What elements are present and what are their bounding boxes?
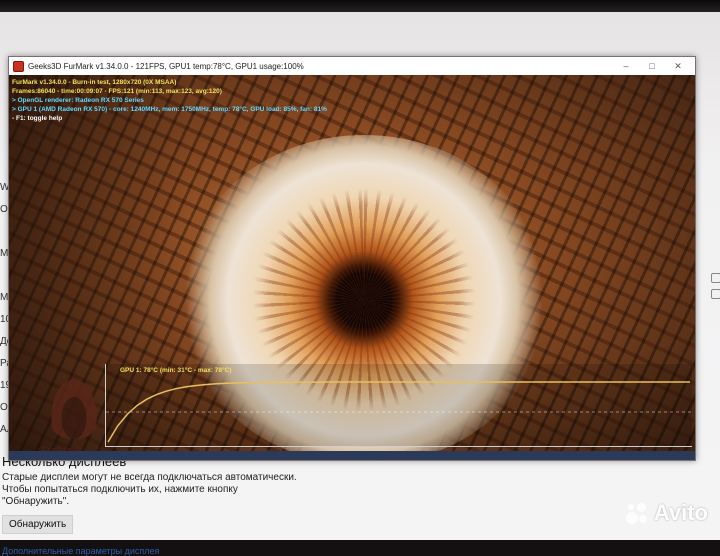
feedback-icon[interactable] bbox=[711, 289, 720, 299]
overlay-frames: Frames:86040 - time:00:09:07 - FPS:121 (… bbox=[12, 88, 222, 95]
section-description: Старые дисплеи могут не всегда подключат… bbox=[2, 472, 522, 508]
viewport-bottom-band bbox=[9, 451, 695, 460]
furmark-app-icon bbox=[13, 60, 24, 72]
graph-range: (min: 31°C - max: 78°C) bbox=[159, 367, 232, 374]
title-bar[interactable]: Geeks3D FurMark v1.34.0.0 - 121FPS, GPU1… bbox=[9, 57, 695, 75]
description-line: "Обнаружить". bbox=[2, 496, 70, 507]
temperature-curve bbox=[107, 381, 690, 443]
window-controls: – □ ✕ bbox=[613, 57, 691, 75]
stats-overlay: FurMark v1.34.0.0 - Burn-in test, 1280x7… bbox=[12, 78, 327, 123]
avito-dots-icon bbox=[624, 500, 650, 526]
furmark-window[interactable]: Geeks3D FurMark v1.34.0.0 - 121FPS, GPU1… bbox=[8, 56, 696, 461]
description-line: Старые дисплеи могут не всегда подключат… bbox=[2, 472, 297, 483]
window-title: Geeks3D FurMark v1.34.0.0 - 121FPS, GPU1… bbox=[28, 61, 304, 71]
overlay-renderer: > OpenGL renderer: Radeon RX 570 Series bbox=[12, 97, 144, 104]
help-icon[interactable] bbox=[711, 273, 720, 283]
advanced-display-settings-link[interactable]: Дополнительные параметры дисплея bbox=[2, 546, 522, 556]
description-line: Чтобы попытаться подключить их, нажмите … bbox=[2, 484, 238, 495]
maximize-button[interactable]: □ bbox=[639, 57, 665, 75]
overlay-gpu-info: > GPU 1 (AMD Radeon RX 570) - core: 1240… bbox=[12, 106, 327, 113]
overlay-help-hint: - F1: toggle help bbox=[12, 115, 63, 122]
graph-label: GPU 1: 78°C (min: 31°C - max: 78°C) bbox=[120, 367, 232, 374]
watermark-text: Avito bbox=[653, 500, 708, 525]
close-button[interactable]: ✕ bbox=[665, 57, 691, 75]
temperature-graph: GPU 1: 78°C (min: 31°C - max: 78°C) bbox=[105, 364, 692, 447]
minimize-button[interactable]: – bbox=[613, 57, 639, 75]
render-viewport[interactable]: FurMark v1.34.0.0 - Burn-in test, 1280x7… bbox=[9, 75, 695, 460]
temperature-plot bbox=[106, 381, 692, 443]
avito-watermark: Avito bbox=[624, 500, 708, 526]
settings-right-icons bbox=[710, 267, 720, 357]
detect-button[interactable]: Обнаружить bbox=[2, 515, 74, 534]
multiple-displays-section: Несколько дисплеев Старые дисплеи могут … bbox=[2, 454, 522, 556]
overlay-title: FurMark v1.34.0.0 - Burn-in test, 1280x7… bbox=[12, 79, 177, 86]
flame-icon bbox=[45, 369, 103, 439]
graph-current-temp: GPU 1: 78°C bbox=[120, 367, 159, 374]
furmark-logo: FurMark bbox=[35, 361, 115, 460]
